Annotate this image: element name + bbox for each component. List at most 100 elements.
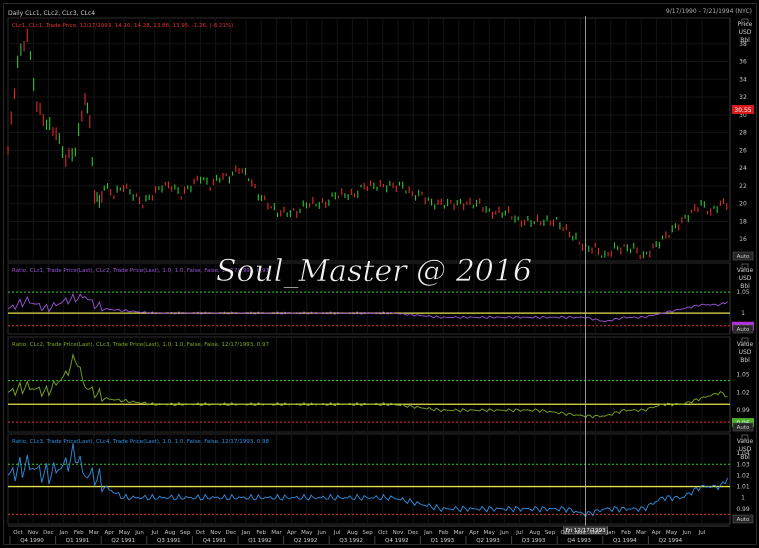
quarter-label: Q4 1992	[385, 538, 409, 544]
month-tick-label: Jan	[606, 530, 616, 536]
quarter-label: Q4 1993	[567, 538, 591, 544]
price-axis-title: Price	[738, 21, 753, 28]
month-tick-label: Mar	[454, 530, 465, 536]
price-tick-label: 20	[739, 201, 747, 208]
month-tick-label: Apr	[287, 530, 297, 536]
month-tick-label: Oct	[378, 530, 388, 536]
ratio-axis-title: USD	[739, 446, 752, 453]
ratio-axis-title: Bbl	[740, 283, 750, 290]
quarter-label: Q3 1991	[157, 538, 181, 544]
quarter-label: Q2 1992	[294, 538, 318, 544]
month-tick-label: Jul	[515, 530, 523, 536]
quarter-label: Q3 1993	[522, 538, 546, 544]
price-tick-label: 34	[739, 76, 747, 83]
quarter-label: Q4 1990	[20, 538, 44, 544]
quarter-label: Q3 1992	[339, 538, 363, 544]
price-axis-title: USD	[739, 29, 752, 36]
month-tick-label: Dec	[408, 530, 419, 536]
ratio-tick-label: 1	[741, 310, 745, 317]
month-tick-label: Apr	[104, 530, 114, 536]
month-tick-label: Nov	[393, 530, 404, 536]
month-tick-label: Oct	[196, 530, 206, 536]
ratio-tick-label: 0.99	[736, 506, 750, 513]
ratio-axis-title: Bbl	[740, 454, 750, 461]
month-tick-label: Nov	[28, 530, 39, 536]
auto-scale-label: Auto	[737, 517, 750, 523]
quarter-label: Q2 1994	[659, 538, 683, 544]
month-tick-label: Jun	[317, 530, 327, 536]
month-tick-label: Mar	[89, 530, 100, 536]
ratio-tick-label: 1.05	[736, 289, 750, 296]
month-tick-label: Jan	[241, 530, 251, 536]
month-tick-label: Aug	[529, 530, 540, 536]
price-tick-label: 16	[739, 236, 747, 243]
month-tick-label: Nov	[210, 530, 221, 536]
price-axis-title: Bbl	[740, 37, 750, 44]
price-tick-label: 18	[739, 218, 747, 225]
month-tick-label: Jun	[682, 530, 692, 536]
month-tick-label: Apr	[469, 530, 479, 536]
ratio-axis-title: Value	[737, 341, 754, 348]
chart-title: Daily CLc1, CLc2, CLc3, CLc4	[8, 10, 95, 17]
month-tick-label: Feb	[621, 530, 631, 536]
month-tick-label: Aug	[347, 530, 358, 536]
ratio-axis-title: USD	[739, 275, 752, 282]
price-legend: CLc1, CLc1, Trade Price, 12/17/1993, 14.…	[12, 23, 233, 29]
auto-scale-label: Auto	[737, 425, 750, 431]
month-tick-label: Sep	[180, 530, 191, 536]
price-tick-label: 22	[739, 183, 747, 190]
month-tick-label: Mar	[636, 530, 647, 536]
panel-frame	[7, 433, 731, 525]
month-tick-label: Jun	[134, 530, 144, 536]
ratio-axis-title: Bbl	[740, 357, 750, 364]
month-tick-label: Oct	[13, 530, 23, 536]
month-tick-label: Nov	[575, 530, 586, 536]
price-tick-label: 32	[739, 94, 747, 101]
month-tick-label: Feb	[439, 530, 449, 536]
month-tick-label: Feb	[74, 530, 84, 536]
ratio-tick-label: 1.05	[736, 372, 750, 379]
quarter-label: Q2 1993	[476, 538, 500, 544]
auto-scale-label: Auto	[737, 327, 750, 333]
month-tick-label: Dec	[590, 530, 601, 536]
ratio-axis-title: Value	[737, 267, 754, 274]
chart-canvas[interactable]: Daily CLc1, CLc2, CLc3, CLc4 9/17/1990 - …	[4, 4, 756, 544]
price-tick-label: 24	[739, 165, 747, 172]
month-tick-label: Sep	[362, 530, 373, 536]
month-tick-label: Jul	[150, 530, 158, 536]
date-range: 9/17/1990 - 7/21/1994 (NYC)	[666, 8, 752, 15]
ratio-legend: Ratio, CLc3, Trade Price(Last), CLc4, Tr…	[12, 439, 269, 445]
month-tick-label: Dec	[225, 530, 236, 536]
quarter-label: Q1 1993	[431, 538, 455, 544]
month-tick-label: Feb	[256, 530, 266, 536]
quarter-label: Q4 1991	[203, 538, 227, 544]
month-tick-label: Dec	[43, 530, 54, 536]
ratio-tick-label: 1	[741, 495, 745, 502]
price-current-value: 30.55	[734, 107, 751, 114]
ratio-tick-label: 1.02	[736, 472, 750, 479]
month-tick-label: May	[301, 530, 313, 536]
price-tick-label: 26	[739, 147, 747, 154]
ratio-tick-label: 1.01	[736, 484, 750, 491]
month-tick-label: Jul	[698, 530, 706, 536]
quarter-label: Q1 1994	[613, 538, 637, 544]
chart-window: Daily CLc1, CLc2, CLc3, CLc4 9/17/1990 - …	[3, 3, 757, 545]
month-tick-label: Jul	[333, 530, 341, 536]
month-tick-label: Sep	[545, 530, 556, 536]
month-tick-label: Jan	[423, 530, 433, 536]
quarter-label: Q1 1992	[248, 538, 272, 544]
month-tick-label: May	[666, 530, 678, 536]
ratio-tick-label: 1.02	[736, 389, 750, 396]
month-tick-label: Apr	[652, 530, 662, 536]
quarter-label: Q2 1991	[111, 538, 135, 544]
auto-scale-label: Auto	[737, 254, 750, 260]
month-tick-label: May	[119, 530, 131, 536]
ratio-tick-label: 0.99	[736, 407, 750, 414]
month-tick-label: May	[484, 530, 496, 536]
ratio-legend: Ratio, CLc2, Trade Price(Last), CLc3, Tr…	[12, 342, 269, 348]
month-tick-label: Jan	[58, 530, 68, 536]
price-tick-label: 36	[739, 59, 747, 66]
month-tick-label: Mar	[271, 530, 282, 536]
watermark-text: Soul_Master @ 2016	[216, 254, 532, 289]
panel-frame	[7, 336, 731, 433]
